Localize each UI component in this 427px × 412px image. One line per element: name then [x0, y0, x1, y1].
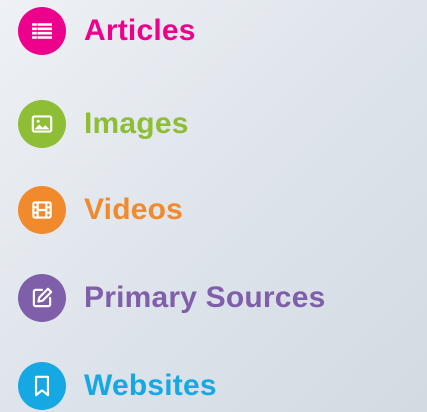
image-icon: [31, 115, 53, 133]
videos-label: Videos: [84, 193, 184, 226]
content-type-articles[interactable]: Articles: [18, 7, 196, 55]
list-icon: [32, 23, 52, 39]
primary-sources-icon-circle: [18, 274, 66, 322]
bookmark-icon: [34, 375, 50, 397]
websites-label: Websites: [84, 369, 217, 402]
articles-icon-circle: [18, 7, 66, 55]
primary-sources-label: Primary Sources: [84, 281, 326, 314]
content-type-videos[interactable]: Videos: [18, 186, 183, 234]
content-type-primary-sources[interactable]: Primary Sources: [18, 274, 325, 322]
edit-icon: [32, 287, 53, 308]
articles-label: Articles: [84, 14, 196, 47]
websites-icon-circle: [18, 362, 66, 410]
content-type-images[interactable]: Images: [18, 100, 189, 148]
images-icon-circle: [18, 100, 66, 148]
content-type-websites[interactable]: Websites: [18, 362, 217, 410]
content-type-list: Articles Images Videos Primary Sources W…: [0, 0, 427, 412]
film-icon: [32, 201, 52, 219]
videos-icon-circle: [18, 186, 66, 234]
images-label: Images: [84, 107, 189, 140]
